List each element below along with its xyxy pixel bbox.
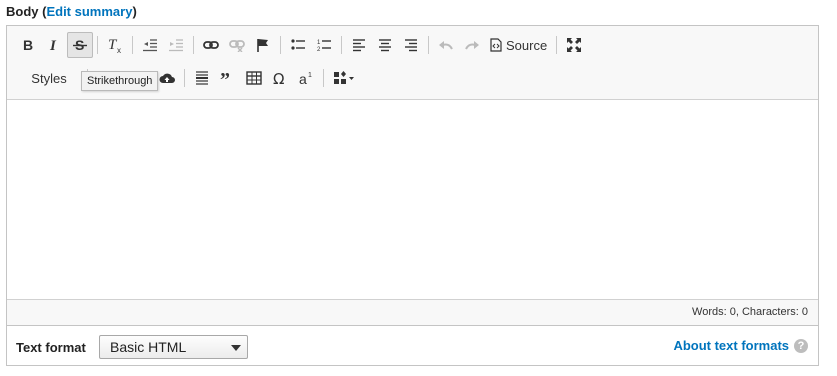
superscript-button[interactable]: a1 — [293, 65, 319, 91]
svg-text:1: 1 — [308, 72, 312, 79]
upload-cloud-icon — [159, 73, 175, 83]
indent-button[interactable] — [163, 32, 189, 58]
svg-text:I: I — [49, 38, 57, 52]
styles-label: Styles — [31, 70, 67, 86]
strikethrough-tooltip: Strikethrough — [81, 71, 159, 91]
svg-text:B: B — [23, 38, 33, 52]
anchor-flag-icon — [257, 39, 268, 52]
toolbar-separator — [132, 36, 133, 54]
toolbar-separator — [428, 36, 429, 54]
widgets-dropdown-button[interactable] — [328, 65, 360, 91]
horizontal-line-icon — [196, 71, 208, 85]
source-button[interactable]: Source — [485, 32, 552, 58]
text-format-select[interactable]: Basic HTML — [99, 335, 248, 359]
help-icon[interactable]: ? — [794, 338, 808, 353]
strikethrough-icon: S — [73, 38, 87, 52]
about-text-formats[interactable]: About text formats ? — [673, 338, 808, 353]
bold-icon: B — [23, 38, 33, 52]
toolbar-separator — [97, 36, 98, 54]
anchor-button[interactable] — [250, 32, 276, 58]
special-character-button[interactable]: Ω — [267, 65, 293, 91]
toolbar-separator — [323, 69, 324, 87]
maximize-button[interactable] — [561, 32, 587, 58]
align-left-button[interactable] — [346, 32, 372, 58]
numbered-list-icon: 12 — [317, 40, 331, 52]
blockquote-icon: ” — [220, 71, 230, 85]
editor-toolbar: B I S Tx — [7, 26, 818, 100]
rich-text-editor: B I S Tx — [6, 25, 819, 326]
unlink-button[interactable] — [224, 32, 250, 58]
text-format-bar: Text format Basic HTML About text format… — [6, 326, 819, 366]
link-button[interactable] — [198, 32, 224, 58]
strikethrough-button[interactable]: S — [67, 32, 93, 58]
widgets-icon — [334, 71, 354, 84]
editor-content-area[interactable] — [7, 100, 818, 300]
svg-text:x: x — [117, 46, 121, 53]
bulleted-list-button[interactable] — [285, 32, 311, 58]
italic-icon: I — [49, 38, 57, 52]
toolbar-row-2: Styles ” Ω a1 — [15, 64, 360, 92]
undo-button[interactable] — [433, 32, 459, 58]
toolbar-separator — [184, 69, 185, 87]
horizontal-line-button[interactable] — [189, 65, 215, 91]
italic-button[interactable]: I — [41, 32, 67, 58]
numbered-list-button[interactable]: 12 — [311, 32, 337, 58]
blockquote-button[interactable]: ” — [215, 65, 241, 91]
align-right-button[interactable] — [398, 32, 424, 58]
unlink-icon — [229, 40, 245, 52]
redo-icon — [465, 41, 479, 50]
toolbar-separator — [341, 36, 342, 54]
remove-format-icon: Tx — [108, 37, 121, 53]
edit-summary-link[interactable]: Edit summary — [46, 4, 132, 19]
about-text-formats-link[interactable]: About text formats — [673, 338, 789, 353]
source-icon — [490, 38, 502, 52]
chevron-down-icon — [231, 345, 241, 351]
bold-button[interactable]: B — [15, 32, 41, 58]
text-format-label: Text format — [16, 340, 86, 355]
svg-text:Ω: Ω — [273, 71, 284, 85]
styles-dropdown[interactable]: Styles — [15, 65, 83, 91]
svg-text:a: a — [299, 71, 307, 85]
toolbar-separator — [193, 36, 194, 54]
svg-text:1: 1 — [317, 40, 321, 46]
special-character-icon: Ω — [273, 71, 284, 85]
remove-format-button[interactable]: Tx — [102, 32, 128, 58]
link-icon — [203, 41, 219, 49]
svg-text:2: 2 — [317, 47, 321, 52]
paren-close: ) — [132, 4, 137, 19]
toolbar-separator — [556, 36, 558, 54]
toolbar-row-1: B I S Tx — [15, 31, 587, 59]
table-icon — [246, 71, 262, 85]
indent-icon — [169, 39, 183, 52]
text-format-selected: Basic HTML — [110, 339, 187, 355]
toolbar-separator — [280, 36, 281, 54]
align-center-button[interactable] — [372, 32, 398, 58]
bulleted-list-icon — [291, 39, 305, 50]
word-count-status: Words: 0, Characters: 0 — [692, 306, 808, 318]
svg-text:”: ” — [220, 71, 230, 85]
field-label-row: Body (Edit summary) — [6, 4, 137, 19]
align-right-icon — [405, 39, 417, 52]
align-left-icon — [353, 39, 365, 52]
source-label: Source — [506, 37, 548, 53]
table-button[interactable] — [241, 65, 267, 91]
align-center-icon — [379, 39, 391, 52]
superscript-icon: a1 — [299, 71, 312, 85]
undo-icon — [439, 41, 453, 50]
outdent-button[interactable] — [137, 32, 163, 58]
field-label: Body — [6, 4, 39, 19]
maximize-icon — [567, 38, 582, 52]
outdent-icon — [143, 39, 157, 52]
redo-button[interactable] — [459, 32, 485, 58]
